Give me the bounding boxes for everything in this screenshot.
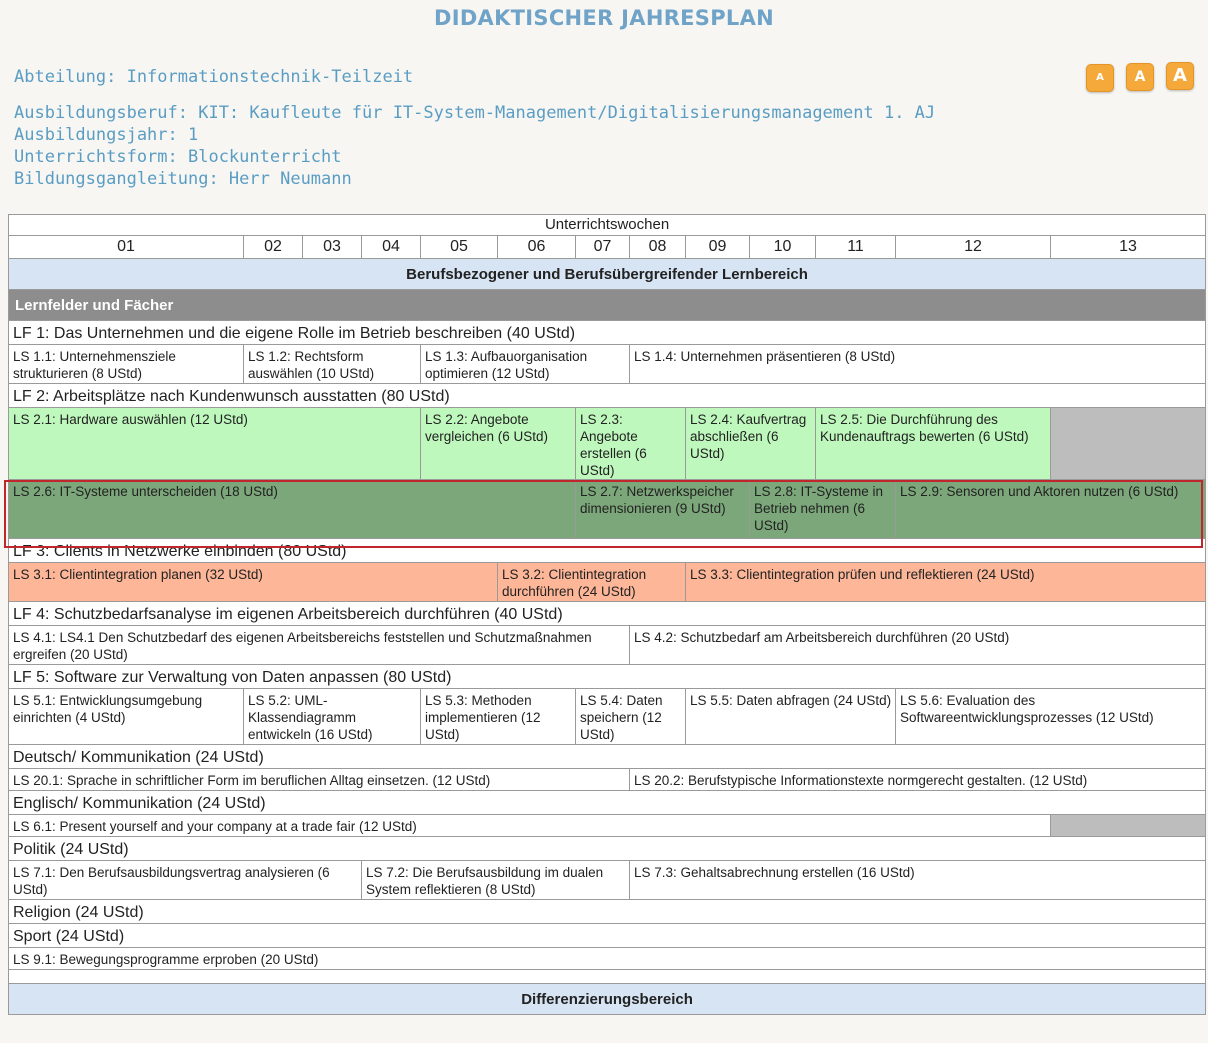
week-cell: 04 [361, 235, 421, 259]
lernsituation-cell[interactable]: LS 5.4: Daten speichern (12 UStd) [575, 688, 686, 745]
lernsituation-cell[interactable]: LS 1.2: Rechtsform auswählen (10 UStd) [243, 344, 421, 384]
beruf-label: Ausbildungsberuf: KIT: Kaufleute für IT-… [14, 103, 936, 123]
week-cell: 03 [302, 235, 362, 259]
fach-title[interactable]: Religion (24 UStd) [7, 899, 1207, 924]
fach-title[interactable]: Sport (24 UStd) [7, 923, 1207, 948]
lernsituation-cell[interactable]: LS 5.1: Entwicklungsumgebung einrichten … [8, 688, 244, 745]
week-cell: 12 [895, 235, 1051, 259]
lernsituation-cell[interactable]: LS 2.5: Die Durchführung des Kundenauftr… [815, 407, 1051, 480]
lernsituation-cell[interactable]: LS 1.1: Unternehmensziele strukturieren … [8, 344, 244, 384]
lernsituation-cell[interactable]: LS 7.2: Die Berufsausbildung im dualen S… [361, 860, 630, 900]
lernsituation-cell[interactable]: LS 3.2: Clientintegration durchführen (2… [497, 562, 686, 602]
lernsituation-cell[interactable]: LS 7.3: Gehaltsabrechnung erstellen (16 … [628, 860, 1207, 900]
lernsituation-cell[interactable]: LS 5.3: Methoden implementieren (12 UStd… [420, 688, 576, 745]
lernsituation-cell[interactable]: LS 2.6: IT-Systeme unterscheiden (18 USt… [8, 479, 576, 539]
lernfeld-title[interactable]: LF 3: Clients in Netzwerke einbinden (80… [7, 538, 1207, 563]
lernsituation-cell[interactable]: LS 3.3: Clientintegration prüfen und ref… [684, 562, 1207, 602]
lernsituation-cell[interactable]: LS 6.1: Present yourself and your compan… [8, 814, 1051, 837]
lernsituation-cell[interactable]: LS 20.1: Sprache in schriftlicher Form i… [8, 768, 630, 791]
jahr-label: Ausbildungsjahr: 1 [14, 125, 199, 145]
week-cell: 09 [685, 235, 750, 259]
week-cell: 07 [575, 235, 630, 259]
lernfeld-title[interactable]: LF 5: Software zur Verwaltung von Daten … [7, 664, 1207, 689]
abteilung-label: Abteilung: Informationstechnik-Teilzeit [14, 67, 414, 87]
lernsituation-cell[interactable]: LS 5.5: Daten abfragen (24 UStd) [685, 688, 896, 745]
font-medium-button[interactable]: A [1126, 63, 1154, 91]
week-cell: 10 [749, 235, 816, 259]
week-cell: 13 [1049, 235, 1207, 259]
spacer-row [7, 969, 1207, 984]
lernfeld-title[interactable]: LF 2: Arbeitsplätze nach Kundenwunsch au… [7, 383, 1207, 408]
jahresplan-table: Unterrichtswochen 01 02 03 04 05 06 07 0… [7, 214, 1207, 1015]
lernsituation-cell[interactable]: LS 1.3: Aufbauorganisation optimieren (1… [420, 344, 630, 384]
lernsituation-cell[interactable]: LS 2.2: Angebote vergleichen (6 UStd) [420, 407, 576, 480]
lernsituation-cell[interactable]: LS 2.9: Sensoren und Aktoren nutzen (6 U… [894, 479, 1207, 539]
empty-cell [1049, 407, 1207, 480]
lernsituation-cell[interactable]: LS 20.2: Berufstypische Informationstext… [628, 768, 1207, 791]
lernsituation-cell[interactable]: LS 7.1: Den Berufsausbildungsvertrag ana… [8, 860, 362, 900]
week-cell: 02 [243, 235, 303, 259]
week-cell: 06 [497, 235, 576, 259]
lernsituation-cell[interactable]: LS 5.6: Evaluation des Softwareentwicklu… [894, 688, 1207, 745]
fach-title[interactable]: Englisch/ Kommunikation (24 UStd) [7, 790, 1207, 815]
lernsituation-cell[interactable]: LS 2.8: IT-Systeme in Betrieb nehmen (6 … [749, 479, 896, 539]
form-label: Unterrichtsform: Blockunterricht [14, 147, 342, 167]
lernsituation-cell[interactable]: LS 2.7: Netzwerkspeicher dimensionieren … [575, 479, 750, 539]
week-cell: 05 [420, 235, 498, 259]
lernsituation-cell[interactable]: LS 2.3: Angebote erstellen (6 UStd) [575, 407, 686, 480]
weeks-header: Unterrichtswochen [7, 214, 1207, 236]
week-cell: 11 [815, 235, 896, 259]
empty-cell [1049, 814, 1207, 837]
lernsituation-cell[interactable]: LS 2.1: Hardware auswählen (12 UStd) [8, 407, 421, 480]
fach-title[interactable]: Politik (24 UStd) [7, 836, 1207, 861]
bereich-header: Differenzierungsbereich [7, 983, 1207, 1015]
lernsituation-cell[interactable]: LS 4.2: Schutzbedarf am Arbeitsbereich d… [628, 625, 1207, 665]
lernfelder-header: Lernfelder und Fächer [7, 289, 1207, 321]
lernsituation-cell[interactable]: LS 3.1: Clientintegration planen (32 USt… [8, 562, 498, 602]
font-small-button[interactable]: A [1086, 64, 1114, 92]
lernsituation-cell[interactable]: LS 1.4: Unternehmen präsentieren (8 UStd… [628, 344, 1207, 384]
lernsituation-cell[interactable]: LS 5.2: UML-Klassendiagramm entwickeln (… [243, 688, 421, 745]
lernfeld-title[interactable]: LF 1: Das Unternehmen und die eigene Rol… [7, 320, 1207, 345]
lernsituation-cell[interactable]: LS 4.1: LS4.1 Den Schutzbedarf des eigen… [8, 625, 630, 665]
lernfeld-title[interactable]: LF 4: Schutzbedarfsanalyse im eigenen Ar… [7, 601, 1207, 626]
week-cell: 01 [8, 235, 244, 259]
leitung-label: Bildungsgangleitung: Herr Neumann [14, 169, 352, 189]
lernsituation-cell[interactable]: LS 9.1: Bewegungsprogramme erproben (20 … [7, 947, 1207, 970]
lernsituation-cell[interactable]: LS 2.4: Kaufvertrag abschließen (6 UStd) [685, 407, 816, 480]
page-title: DIDAKTISCHER JAHRESPLAN [433, 6, 775, 30]
bereich-header: Berufsbezogener und Berufsübergreifender… [7, 258, 1207, 290]
fach-title[interactable]: Deutsch/ Kommunikation (24 UStd) [7, 744, 1207, 769]
font-large-button[interactable]: A [1166, 62, 1194, 90]
week-cell: 08 [629, 235, 686, 259]
